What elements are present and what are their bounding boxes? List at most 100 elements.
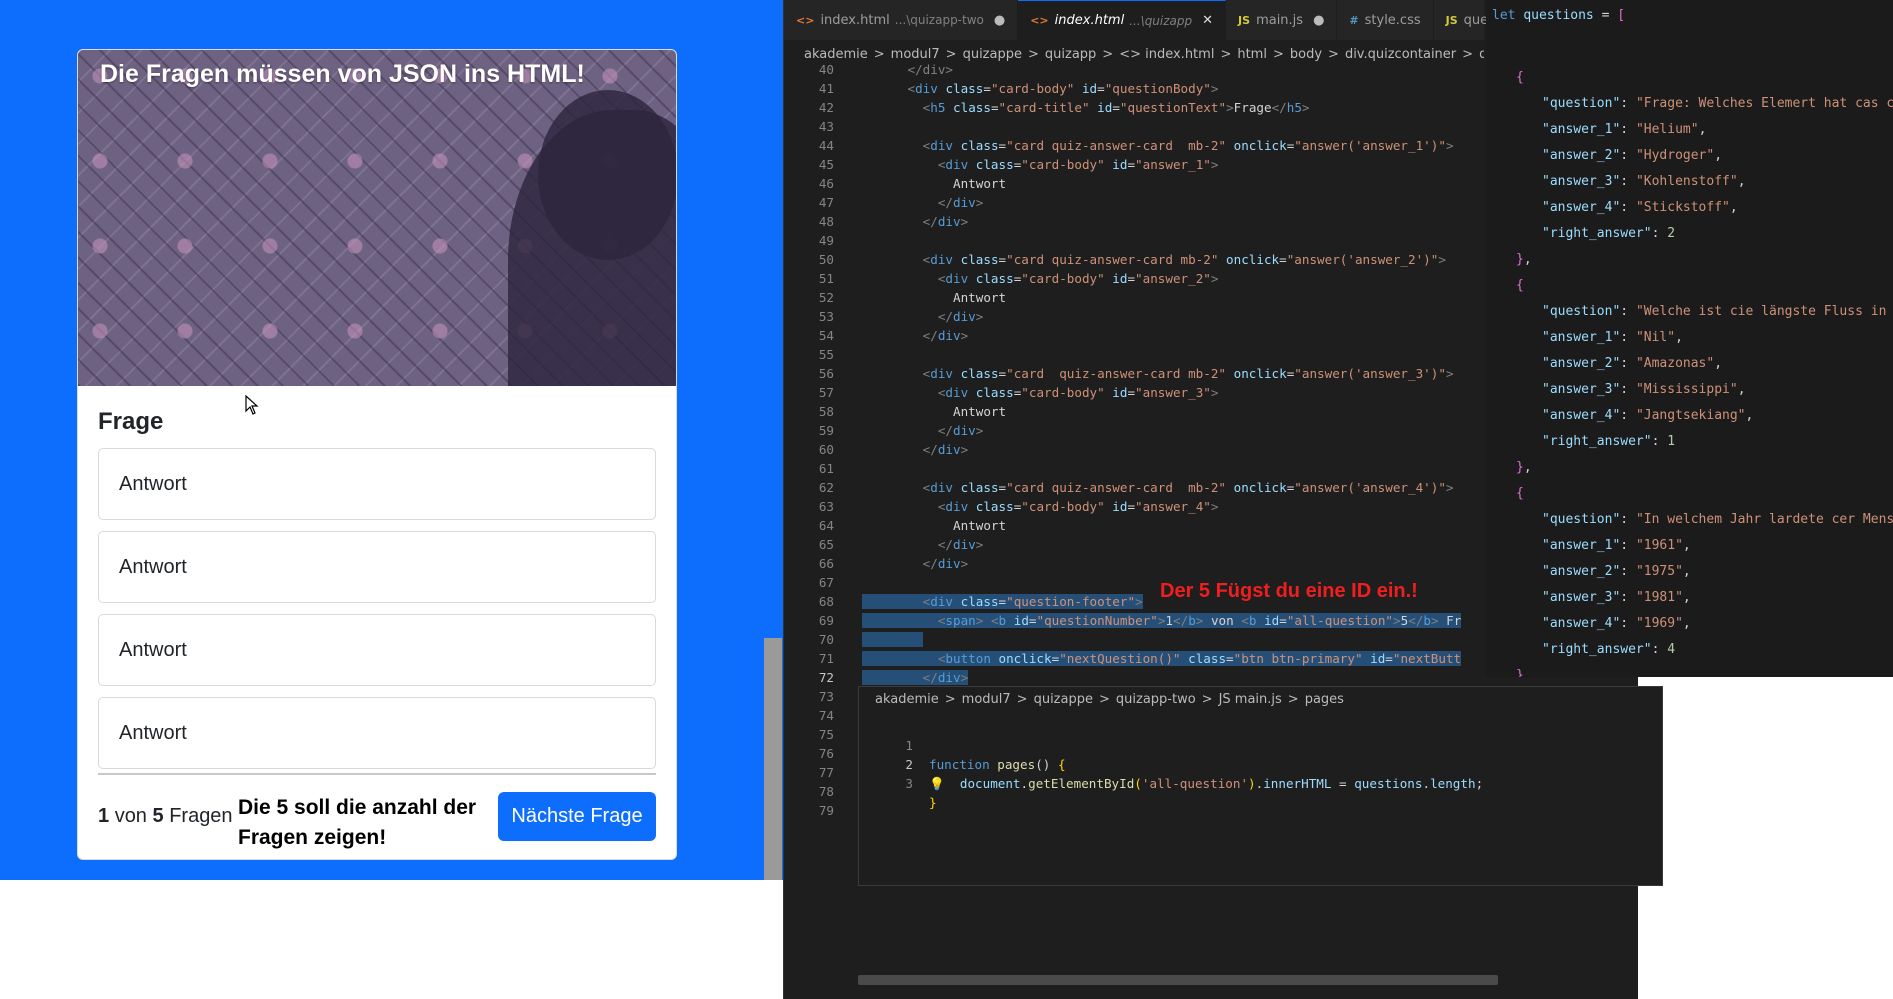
line-text: <div class="card quiz-answer-card mb-2" … <box>922 480 1454 495</box>
question-footer: 1 von 5 Fragen Die 5 soll die anzahl der… <box>98 773 656 858</box>
line-text: </div> <box>937 309 984 324</box>
json-line: "answer_2": "Hydroger", <box>1542 148 1723 163</box>
file-type-icon: # <box>1349 13 1359 27</box>
json-line: "answer_2": "1975", <box>1542 564 1691 579</box>
editor-tab[interactable]: # style.css <box>1337 0 1434 40</box>
line-number: 77 <box>818 765 834 780</box>
mouse-cursor-icon <box>245 395 259 415</box>
code-line: 45 <div class="card-body" id="answer_1"> <box>784 155 1484 174</box>
editor-tab[interactable]: JS main.js ● <box>1226 0 1338 40</box>
code-line: 52 Antwort <box>784 288 1484 307</box>
questions-word: Fragen <box>169 805 233 827</box>
json-line: "answer_3": "Kohlenstoff", <box>1542 174 1746 189</box>
line-text <box>862 630 923 649</box>
json-line: "answer_3": "Mississippi", <box>1542 382 1746 397</box>
json-line: }, <box>1516 668 1532 677</box>
line-number: 68 <box>818 594 834 609</box>
line-text: </div> <box>862 62 953 77</box>
line-number: 49 <box>818 233 834 248</box>
answer-4-card[interactable]: Antwort <box>98 697 656 769</box>
main-js-peek[interactable]: akademie > modul7 > quizappe > quizapp-two > JS … <box>858 686 1663 886</box>
line-number: 55 <box>818 347 834 362</box>
tab-path: ...\quizapp-two <box>894 13 984 27</box>
line-number: 3 <box>905 776 913 791</box>
code-line: 40 </div> <box>784 60 1484 79</box>
file-type-icon: JS <box>1238 13 1251 27</box>
line-number: 72 <box>818 670 834 685</box>
json-line: "answer_1": "Nil", <box>1542 330 1683 345</box>
peek-code: 1 function pages() { 2 💡 document.getEle… <box>859 717 1662 810</box>
footer-annotation: Die 5 soll die anzahl der Fragen zeigen! <box>238 796 477 849</box>
file-type-icon: <> <box>796 13 815 27</box>
line-number: 64 <box>818 518 834 533</box>
code-line: 61 <box>784 459 1484 478</box>
editor-tab[interactable]: <> index.html ...\quizapp-two ● <box>784 0 1019 40</box>
line-number: 71 <box>818 651 834 666</box>
json-line: "answer_1": "1961", <box>1542 538 1691 553</box>
code-line: 44 <div class="card quiz-answer-card mb-… <box>784 136 1484 155</box>
questions-json-panel: let questions = [{"question": "Frage: We… <box>1486 0 1893 677</box>
json-line: "right_answer": 1 <box>1542 434 1676 449</box>
line-text: Antwort <box>862 290 1007 305</box>
code-line: 58 Antwort <box>784 402 1484 421</box>
silhouette-body <box>508 110 676 386</box>
breadcrumb-item[interactable]: JS main.js <box>1219 692 1282 707</box>
horizontal-scrollbar[interactable] <box>858 975 1498 985</box>
line-number: 79 <box>818 803 834 818</box>
editor-tab[interactable]: <> index.html ...\quizapp ✕ <box>1018 0 1227 40</box>
code-line: 64 Antwort <box>784 516 1484 535</box>
line-number: 45 <box>818 157 834 172</box>
breadcrumb-item[interactable]: modul7 <box>962 692 1011 707</box>
question-counter: 1 von 5 Fragen <box>98 805 233 828</box>
line-number: 53 <box>818 309 834 324</box>
code-line: 62 <div class="card quiz-answer-card mb-… <box>784 478 1484 497</box>
line-text: </div> <box>937 423 984 438</box>
lightbulb-icon[interactable]: 💡 <box>929 776 945 791</box>
line-number: 42 <box>818 100 834 115</box>
tab-label: index.html <box>1054 13 1125 28</box>
code-line: 70 <box>784 630 1484 649</box>
line-number: 48 <box>818 214 834 229</box>
next-question-button[interactable]: Nächste Frage <box>498 792 656 841</box>
line-number: 65 <box>818 537 834 552</box>
breadcrumb-item[interactable]: pages <box>1305 692 1344 707</box>
json-line: "answer_3": "1981", <box>1542 590 1691 605</box>
line-text: </div> <box>922 556 969 571</box>
breadcrumb-separator: > <box>1287 692 1299 707</box>
id-annotation: Der 5 Fügst du eine ID ein.! <box>1160 580 1418 602</box>
json-line: "right_answer": 2 <box>1542 226 1676 241</box>
question-text: Frage <box>98 408 164 435</box>
json-line: "question": "Welche ist cie längste Flus… <box>1542 304 1887 319</box>
line-text: <div class="question-footer"> <box>862 592 1143 611</box>
scrollbar-strip <box>764 638 782 880</box>
close-icon[interactable]: ✕ <box>1202 13 1213 28</box>
breadcrumb-separator: > <box>1098 692 1110 707</box>
json-line: { <box>1516 486 1524 501</box>
breadcrumb-item[interactable]: quizappe <box>1034 692 1093 707</box>
line-text: </div> <box>922 442 969 457</box>
json-line: "answer_4": "Jangtsekiang", <box>1542 408 1754 423</box>
line-number: 60 <box>818 442 834 457</box>
line-number: 70 <box>818 632 834 647</box>
code-line: 56 <div class="card quiz-answer-card mb-… <box>784 364 1484 383</box>
json-line: "question": "Frage: Welches Elemert hat … <box>1542 96 1893 111</box>
line-number: 61 <box>818 461 834 476</box>
line-number: 58 <box>818 404 834 419</box>
answer-3-card[interactable]: Antwort <box>98 614 656 686</box>
quiz-header-image: Die Fragen müssen von JSON ins HTML! <box>78 50 676 386</box>
breadcrumb-item[interactable]: quizapp-two <box>1116 692 1196 707</box>
image-annotation: Die Fragen müssen von JSON ins HTML! <box>100 60 585 88</box>
line-text: <button onclick="nextQuestion()" class="… <box>862 649 1462 668</box>
breadcrumb-item[interactable]: akademie <box>875 692 939 707</box>
json-line: "answer_4": "Stickstoff", <box>1542 200 1738 215</box>
json-line: { <box>1516 70 1524 85</box>
line-text: <div class="card quiz-answer-card mb-2" … <box>922 366 1454 381</box>
line-text: </div> <box>937 537 984 552</box>
answer-1-card[interactable]: Antwort <box>98 448 656 520</box>
line-number: 47 <box>818 195 834 210</box>
line-number: 43 <box>818 119 834 134</box>
answer-2-card[interactable]: Antwort <box>98 531 656 603</box>
line-number: 46 <box>818 176 834 191</box>
code-line: 69 <span> <b id="questionNumber">1</b> v… <box>784 611 1484 630</box>
line-text: <div class="card-body" id="answer_4"> <box>937 499 1219 514</box>
